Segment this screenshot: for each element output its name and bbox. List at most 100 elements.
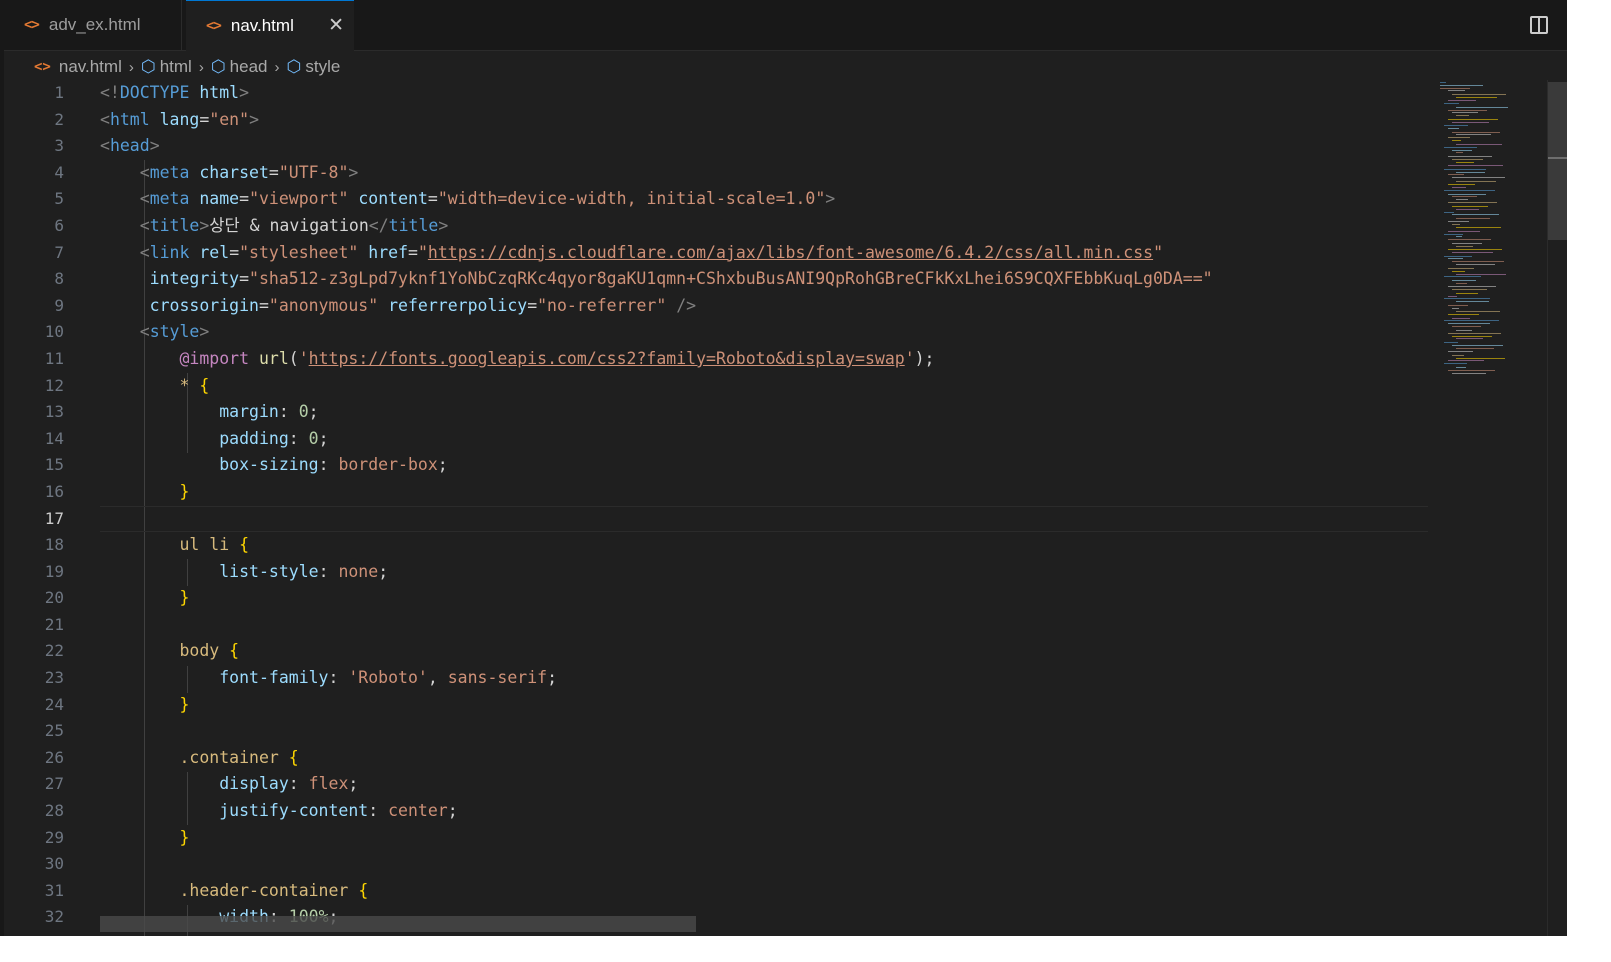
minimap-line <box>1444 233 1463 235</box>
code-token: > <box>438 215 449 235</box>
code-line[interactable]: <meta name="viewport" content="width=dev… <box>100 186 1428 213</box>
code-line[interactable]: .container { <box>100 745 1428 772</box>
minimap-line <box>1452 251 1493 253</box>
minimap[interactable] <box>1432 80 1552 936</box>
code-line[interactable]: <style> <box>100 319 1428 346</box>
minimap-line <box>1448 230 1480 232</box>
minimap-line <box>1452 140 1461 141</box>
cube-icon: ⬡ <box>140 57 156 76</box>
line-number: 2 <box>54 109 64 129</box>
code-line[interactable]: list-style: none; <box>100 559 1428 586</box>
code-line[interactable]: * { <box>100 373 1428 400</box>
code-line[interactable]: padding: 0; <box>100 426 1428 453</box>
code-line[interactable]: @import url('https://fonts.googleapis.co… <box>100 346 1428 373</box>
code-line[interactable]: } <box>100 585 1428 612</box>
code-token: ( <box>288 348 299 368</box>
code-editor[interactable]: 1 2 3 4 5 6 7 8 9 10 11 12 13 14 15 16 17 18 19 20 21 22 23 24 2… <box>4 80 1428 936</box>
minimap-line <box>1448 360 1484 362</box>
code-content[interactable]: <!DOCTYPE html> <html lang="en"> <head> <m… <box>100 80 1428 931</box>
code-token: https://fonts.googleapis.com/css2?family… <box>308 348 905 368</box>
code-line[interactable] <box>100 505 1428 533</box>
code-token: < <box>139 189 150 209</box>
code-token: = <box>527 295 538 315</box>
code-token: name <box>199 189 240 209</box>
horizontal-scrollbar[interactable] <box>100 916 696 932</box>
code-line[interactable]: <meta charset="UTF-8"> <box>100 160 1428 187</box>
code-line[interactable]: integrity="sha512-z3gLpd7yknf1YoNbCzqRKc… <box>100 266 1428 293</box>
code-token: <! <box>100 83 120 102</box>
code-line[interactable]: body { <box>100 638 1428 665</box>
minimap-line <box>1444 363 1467 365</box>
code-token: : <box>318 455 339 475</box>
code-line[interactable]: } <box>100 692 1428 719</box>
code-line[interactable]: ul li { <box>100 532 1428 559</box>
breadcrumb-item-file[interactable]: <> nav.html <box>34 57 122 77</box>
code-token: "anonymous" <box>268 295 379 315</box>
minimap-line <box>1440 84 1483 86</box>
code-token: : <box>288 428 309 448</box>
code-line[interactable] <box>100 612 1428 639</box>
minimap-line <box>1444 255 1472 257</box>
line-number: 23 <box>44 668 64 688</box>
tab-nav-html[interactable]: <> nav.html ✕ <box>186 0 354 51</box>
code-line[interactable]: box-sizing: border-box; <box>100 452 1428 479</box>
minimap-line <box>1452 335 1492 337</box>
code-token: ; <box>348 774 359 794</box>
code-token: .header-container <box>179 880 349 900</box>
minimap-line <box>1456 348 1494 349</box>
code-line[interactable]: display: flex; <box>100 771 1428 798</box>
breadcrumb-item-head[interactable]: ⬡ head <box>211 57 268 77</box>
code-line[interactable]: <head> <box>100 133 1428 160</box>
breadcrumb-item-style[interactable]: ⬡ style <box>287 57 341 77</box>
code-token: "sha512-z3gLpd7yknf1YoNbCzqRKc4qyor8gaKU… <box>249 269 1213 289</box>
minimap-line <box>1456 264 1495 265</box>
code-token: ; <box>447 801 458 821</box>
code-token: } <box>179 694 190 714</box>
code-token: : <box>278 402 299 422</box>
code-line[interactable] <box>100 851 1428 878</box>
code-token: ; <box>318 428 329 448</box>
minimap-line <box>1452 159 1483 161</box>
code-line[interactable] <box>100 718 1428 745</box>
code-token: = <box>199 109 210 129</box>
line-number: 15 <box>44 455 64 475</box>
code-line[interactable]: } <box>100 825 1428 852</box>
minimap-line <box>1456 292 1478 294</box>
minimap-line <box>1452 280 1476 282</box>
minimap-line <box>1452 308 1459 309</box>
code-line[interactable]: justify-content: center; <box>100 798 1428 825</box>
minimap-line <box>1456 115 1469 117</box>
code-token: ul li <box>179 535 230 555</box>
code-line[interactable]: .header-container { <box>100 878 1428 905</box>
code-line[interactable]: } <box>100 479 1428 506</box>
minimap-line <box>1448 221 1469 223</box>
code-line[interactable]: margin: 0; <box>100 399 1428 426</box>
tab-adv-ex-html[interactable]: <> adv_ex.html <box>4 0 182 50</box>
minimap-line <box>1452 261 1504 263</box>
code-token: < <box>139 242 150 262</box>
breadcrumb-item-html[interactable]: ⬡ html <box>141 57 192 77</box>
split-editor-icon[interactable] <box>1530 16 1549 34</box>
code-line[interactable]: <!DOCTYPE html> <box>100 80 1428 107</box>
code-line[interactable]: <link rel="stylesheet" href="https://cdn… <box>100 240 1428 267</box>
code-line[interactable]: <title>상단 & navigation</title> <box>100 213 1428 240</box>
close-icon[interactable]: ✕ <box>328 14 344 37</box>
code-line[interactable]: font-family: 'Roboto', sans-serif; <box>100 665 1428 692</box>
minimap-line <box>1456 283 1467 285</box>
line-number: 22 <box>44 641 64 661</box>
code-token: href <box>368 242 409 262</box>
minimap-line <box>1452 326 1481 327</box>
code-token: ); <box>914 348 935 368</box>
vertical-scrollbar-thumb[interactable] <box>1548 82 1567 240</box>
code-token: = <box>239 269 250 289</box>
minimap-line <box>1448 295 1457 297</box>
code-line[interactable]: <html lang="en"> <box>100 107 1428 134</box>
code-line[interactable]: crossorigin="anonymous" referrerpolicy="… <box>100 293 1428 320</box>
code-token: ; <box>547 668 558 688</box>
